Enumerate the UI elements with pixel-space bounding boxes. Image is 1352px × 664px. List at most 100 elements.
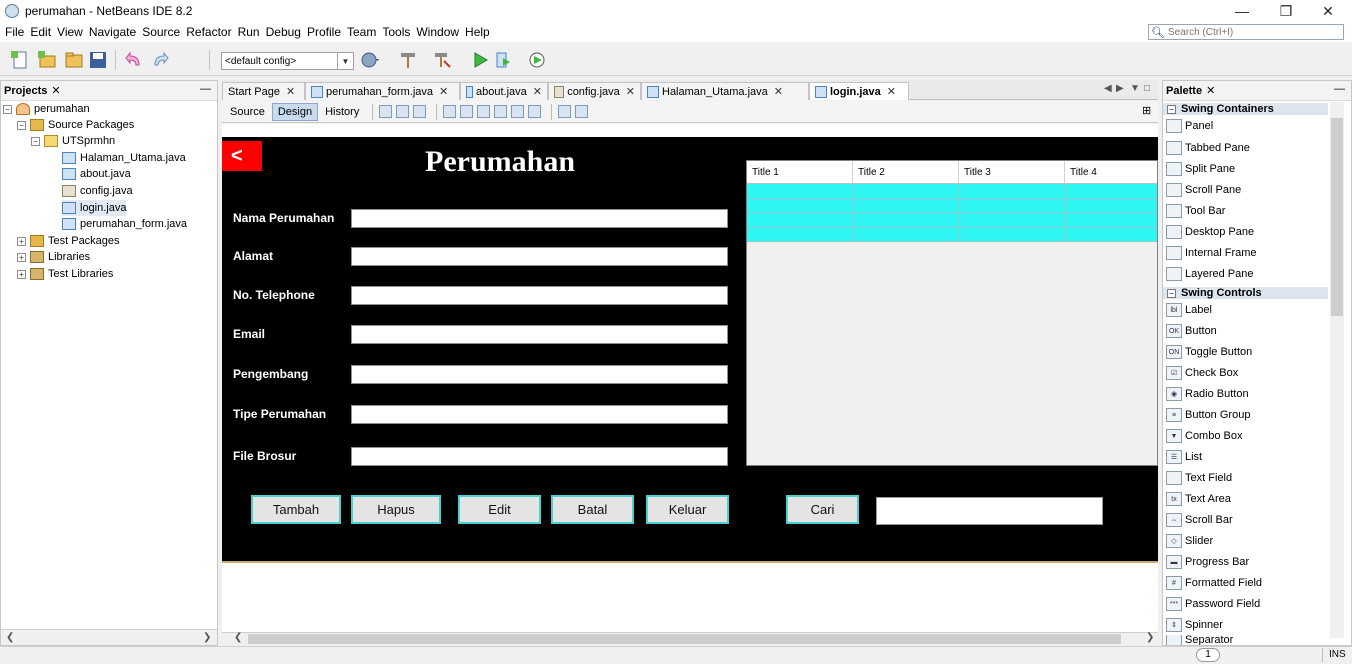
expand-icon[interactable]: + xyxy=(17,236,26,246)
align-top-icon[interactable] xyxy=(494,105,508,118)
table-cell[interactable] xyxy=(853,198,959,212)
palette-item-separator[interactable]: Separator xyxy=(1166,635,1233,645)
menu-source[interactable]: Source xyxy=(139,25,183,39)
palette-item-layered-pane[interactable]: Layered Pane xyxy=(1166,264,1254,284)
expand-icon[interactable]: + xyxy=(17,252,26,262)
resize-horizontal-icon[interactable] xyxy=(558,105,572,118)
menu-view[interactable]: View xyxy=(54,25,86,39)
tree-item-file[interactable]: perumahan_form.java xyxy=(62,216,187,232)
table-cell[interactable] xyxy=(959,213,1065,227)
scroll-right-icon[interactable]: ❯ xyxy=(1146,632,1154,643)
table-cell[interactable] xyxy=(747,213,853,227)
palette-item-password-field[interactable]: *** Password Field xyxy=(1166,594,1260,614)
table-row[interactable] xyxy=(747,213,1157,228)
menu-file[interactable]: File xyxy=(2,25,27,39)
palette-item-progress-bar[interactable]: ▬ Progress Bar xyxy=(1166,552,1249,572)
menu-team[interactable]: Team xyxy=(344,25,379,39)
close-icon[interactable]: ✕ xyxy=(533,85,542,98)
back-button[interactable]: < xyxy=(222,141,262,171)
new-project-icon[interactable] xyxy=(37,50,57,70)
palette-item-radio-button[interactable]: ◉ Radio Button xyxy=(1166,384,1249,404)
palette-category-swing-controls[interactable]: − Swing Controls xyxy=(1163,287,1328,299)
tambah-button[interactable]: Tambah xyxy=(251,495,341,524)
tab-list-dropdown-icon[interactable]: ▼ xyxy=(1130,83,1140,94)
alamat-field[interactable] xyxy=(351,247,728,266)
column-header[interactable]: Title 4 xyxy=(1065,161,1157,183)
table-cell[interactable] xyxy=(1065,228,1157,242)
search-input[interactable]: 🔍︎ Search (Ctrl+I) xyxy=(1148,24,1344,40)
table-row[interactable] xyxy=(747,198,1157,213)
menu-debug[interactable]: Debug xyxy=(263,25,304,39)
palette-item-text-area[interactable]: tx Text Area xyxy=(1166,489,1231,509)
pengembang-field[interactable] xyxy=(351,365,728,384)
collapse-icon[interactable]: − xyxy=(3,104,12,114)
close-icon[interactable]: ✕ xyxy=(51,84,60,97)
tree-item-project[interactable]: − perumahan xyxy=(3,101,90,117)
menu-profile[interactable]: Profile xyxy=(304,25,344,39)
tab-start-page[interactable]: Start Page ✕ xyxy=(222,82,305,100)
table-cell[interactable] xyxy=(853,227,959,241)
email-field[interactable] xyxy=(351,325,728,344)
table-cell[interactable] xyxy=(747,184,853,198)
notifications-badge[interactable]: 1 xyxy=(1196,648,1220,662)
table-cell[interactable] xyxy=(959,227,1065,241)
close-icon[interactable]: ✕ xyxy=(774,85,783,98)
palette-category-swing-containers[interactable]: − Swing Containers xyxy=(1163,103,1328,115)
palette-item-panel[interactable]: Panel xyxy=(1166,116,1213,136)
table-cell[interactable] xyxy=(853,184,959,198)
file-brosur-field[interactable] xyxy=(351,447,728,466)
data-table[interactable]: Title 1 Title 2 Title 3 Title 4 xyxy=(746,160,1158,466)
selection-mode-icon[interactable] xyxy=(379,105,393,118)
close-icon[interactable]: ✕ xyxy=(439,85,448,98)
tab-halaman-utama[interactable]: Halaman_Utama.java ✕ xyxy=(641,82,809,100)
tab-config[interactable]: config.java ✕ xyxy=(548,82,641,100)
maximize-button[interactable]: ❐ xyxy=(1264,0,1308,22)
tree-item-test-libraries[interactable]: + Test Libraries xyxy=(17,266,113,282)
menu-run[interactable]: Run xyxy=(235,25,263,39)
palette-item-tool-bar[interactable]: Tool Bar xyxy=(1166,201,1225,221)
palette-item-combo-box[interactable]: ▼ Combo Box xyxy=(1166,426,1242,446)
palette-item-button[interactable]: OK Button xyxy=(1166,321,1217,341)
tree-item-source-packages[interactable]: − Source Packages xyxy=(17,117,134,133)
palette-item-label[interactable]: lbl Label xyxy=(1166,300,1212,320)
view-source-button[interactable]: Source xyxy=(225,104,270,120)
menu-tools[interactable]: Tools xyxy=(379,25,413,39)
redo-icon[interactable] xyxy=(150,50,170,70)
palette-item-formatted-field[interactable]: # Formatted Field xyxy=(1166,573,1262,593)
column-header[interactable]: Title 1 xyxy=(747,161,853,183)
center-vertically-icon[interactable] xyxy=(528,105,542,118)
collapse-icon[interactable]: − xyxy=(31,136,40,146)
globe-icon[interactable] xyxy=(360,50,380,70)
tree-item-test-packages[interactable]: + Test Packages xyxy=(17,233,120,249)
tipe-perumahan-field[interactable] xyxy=(351,405,728,424)
resize-vertical-icon[interactable] xyxy=(575,105,589,118)
close-button[interactable]: ✕ xyxy=(1306,0,1350,22)
maximize-window-icon[interactable]: □ xyxy=(1144,83,1150,94)
open-project-icon[interactable] xyxy=(64,50,84,70)
close-icon[interactable]: ✕ xyxy=(1206,84,1215,97)
table-row[interactable] xyxy=(747,227,1157,242)
table-cell[interactable] xyxy=(1065,199,1157,213)
tree-item-libraries[interactable]: + Libraries xyxy=(17,249,90,265)
tree-item-file-selected[interactable]: login.java xyxy=(62,200,127,216)
scroll-right-icon[interactable]: ❯ xyxy=(203,632,211,643)
clean-build-icon[interactable] xyxy=(432,50,452,70)
view-history-button[interactable]: History xyxy=(320,104,364,120)
tree-item-file[interactable]: config.java xyxy=(62,183,133,199)
close-icon[interactable]: ✕ xyxy=(887,85,896,98)
minimize-panel-icon[interactable]: — xyxy=(1334,83,1345,95)
table-cell[interactable] xyxy=(959,184,1065,198)
tab-login-active[interactable]: login.java ✕ xyxy=(809,82,909,100)
preview-design-icon[interactable] xyxy=(413,105,427,118)
table-row[interactable] xyxy=(747,184,1157,199)
edit-button[interactable]: Edit xyxy=(458,495,541,524)
palette-item-spinner[interactable]: ⇕ Spinner xyxy=(1166,615,1223,635)
run-icon[interactable] xyxy=(470,50,490,70)
palette-item-toggle-button[interactable]: ON Toggle Button xyxy=(1166,342,1252,362)
column-header[interactable]: Title 3 xyxy=(959,161,1065,183)
cari-button[interactable]: Cari xyxy=(786,495,859,524)
expand-icon[interactable]: + xyxy=(17,269,26,279)
table-cell[interactable] xyxy=(959,198,1065,212)
minimize-panel-icon[interactable]: — xyxy=(200,83,211,95)
collapse-icon[interactable]: − xyxy=(1167,288,1176,298)
